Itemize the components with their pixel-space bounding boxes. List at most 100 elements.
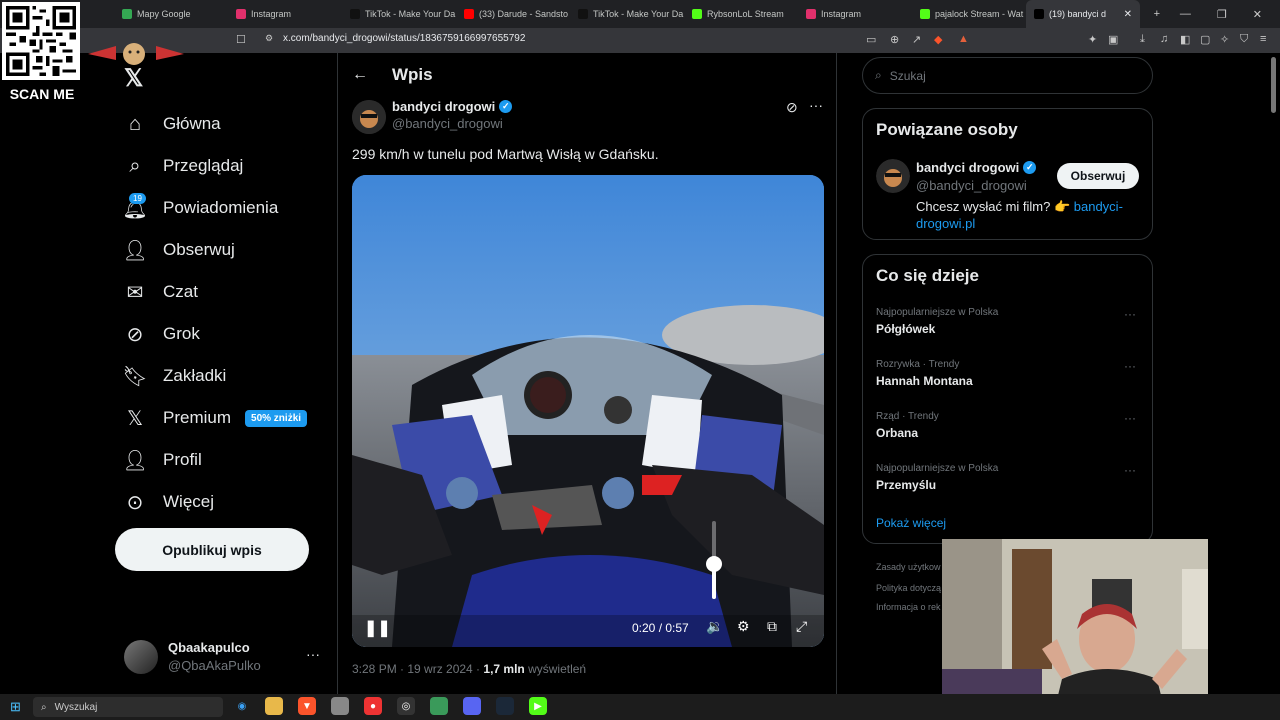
nav-item-label: Grok <box>163 324 200 343</box>
footer-privacy-link[interactable]: Polityka dotyczą <box>876 583 941 593</box>
post-column: ← Wpis bandyci drogowi ✓ @bandyci_drogow… <box>337 53 837 720</box>
url-field[interactable]: x.com/bandyci_drogowi/status/18367591669… <box>283 33 525 44</box>
nav-item-more-circle[interactable]: ⊙ Więcej <box>115 481 335 523</box>
related-name[interactable]: bandyci drogowi ✓ <box>916 160 1037 175</box>
show-more-link[interactable]: Pokaż więcej <box>876 516 946 530</box>
share-icon[interactable]: ↗ <box>912 33 921 46</box>
follow-button[interactable]: Obserwuj <box>1057 163 1139 189</box>
publish-post-button[interactable]: Opublikuj wpis <box>115 528 309 571</box>
windows-start-icon[interactable]: ⊞ <box>10 699 21 715</box>
nav-item-bookmark[interactable]: 🔖︎ Zakładki <box>115 355 335 397</box>
trend-item[interactable]: Najpopularniejsze w Polska Półgłówek ··· <box>876 307 1136 336</box>
search-placeholder: Szukaj <box>889 68 926 83</box>
browser-tab[interactable]: Mapy Google <box>114 0 228 28</box>
extensions-icon[interactable]: ✦ <box>1088 33 1097 46</box>
browser-tab[interactable]: TikTok - Make Your Da <box>342 0 456 28</box>
grok-icon[interactable]: ⊘ <box>786 99 798 116</box>
nav-item-search[interactable]: ⌕ Przeglądaj <box>115 145 335 187</box>
volume-slider-knob[interactable] <box>706 555 722 572</box>
trend-item[interactable]: Rozrywka · Trendy Hannah Montana ··· <box>876 359 1136 388</box>
related-avatar[interactable] <box>876 159 910 193</box>
browser-tab[interactable]: TikTok - Make Your Da <box>570 0 684 28</box>
trend-item[interactable]: Rząd · Trendy Orbana ··· <box>876 411 1136 440</box>
nav-item-grok[interactable]: ⊘ Grok <box>115 313 335 355</box>
pause-icon[interactable]: ❚❚ <box>364 618 391 638</box>
trend-more-icon[interactable]: ··· <box>1124 411 1136 425</box>
sidebar-icon[interactable]: ◧ <box>1180 33 1190 46</box>
video-player[interactable]: ❚❚ 0:20 / 0:57 🔉 ⚙ ⧉ ⤢ <box>352 175 824 647</box>
cast-icon[interactable]: ▭ <box>866 33 876 46</box>
author-avatar[interactable] <box>352 100 386 134</box>
media-icon[interactable]: ♫ <box>1160 33 1168 45</box>
browser-tab[interactable]: Instagram <box>228 0 342 28</box>
account-more-icon[interactable]: ··· <box>306 646 320 662</box>
volume-icon[interactable]: 🔉 <box>706 618 723 635</box>
taskbar-search[interactable]: ⌕ Wyszukaj <box>33 697 223 717</box>
search-input[interactable]: ⌕ Szukaj <box>862 57 1153 94</box>
settings-icon[interactable]: ⚙ <box>737 618 750 635</box>
trend-category: Najpopularniejsze w Polska <box>876 307 999 318</box>
trend-more-icon[interactable]: ··· <box>1124 463 1136 477</box>
minimize-icon[interactable]: — <box>1180 8 1191 20</box>
post-more-icon[interactable]: ··· <box>809 97 823 113</box>
cat-sticker <box>86 40 186 68</box>
trend-item[interactable]: Najpopularniejsze w Polska Przemyślu ··· <box>876 463 1136 492</box>
app-icon[interactable] <box>331 697 349 715</box>
nav-item-label: Przeglądaj <box>163 156 244 175</box>
volume-slider-track[interactable] <box>706 521 722 599</box>
back-arrow-icon[interactable]: ← <box>352 66 368 84</box>
discord-icon[interactable] <box>463 697 481 715</box>
browser-tab[interactable]: (19) bandyci d ✕ <box>1026 0 1140 28</box>
spreadsheet-icon[interactable] <box>430 697 448 715</box>
picture-in-picture-icon[interactable]: ⧉ <box>767 618 777 635</box>
page-scrollbar[interactable] <box>1271 57 1276 113</box>
new-tab-icon[interactable]: + <box>1154 8 1160 20</box>
obs-icon[interactable]: ◎ <box>397 697 415 715</box>
fullscreen-icon[interactable]: ⤢ <box>796 618 807 635</box>
edge-icon[interactable]: ◉ <box>233 697 251 715</box>
author-handle[interactable]: @bandyci_drogowi <box>392 116 503 131</box>
post-timestamp[interactable]: 3:28 PM · 19 wrz 2024 · <box>352 662 483 676</box>
trend-more-icon[interactable]: ··· <box>1124 307 1136 321</box>
site-info-icon[interactable]: ⚙ <box>265 33 273 44</box>
vpn-icon[interactable]: ⛉ <box>1240 33 1248 46</box>
bookmark-page-icon[interactable]: ☐ <box>236 33 246 46</box>
zoom-icon[interactable]: ⊕ <box>890 33 899 46</box>
brave-rewards-icon[interactable]: ▲ <box>958 33 969 45</box>
premium-discount-badge: 50% zniżki <box>245 409 308 427</box>
footer-ads-link[interactable]: Informacja o rek <box>876 602 941 612</box>
file-explorer-icon[interactable] <box>265 697 283 715</box>
restore-icon[interactable]: ❐ <box>1217 8 1227 21</box>
brave-icon[interactable]: ▼ <box>298 697 316 715</box>
steam-icon[interactable] <box>496 697 514 715</box>
x-logo-icon[interactable]: 𝕏 <box>124 64 143 93</box>
browser-tab[interactable]: RybsonLoL Stream <box>684 0 798 28</box>
browser-tab[interactable]: Instagram <box>798 0 912 28</box>
tiktok-icon <box>350 9 360 19</box>
tab-title: (33) Darude - Sandsto <box>479 9 569 19</box>
browser-tab[interactable]: (33) Darude - Sandsto <box>456 0 570 28</box>
screenshot-icon[interactable]: ▣ <box>1108 33 1118 46</box>
trend-more-icon[interactable]: ··· <box>1124 359 1136 373</box>
verified-icon: ✓ <box>1023 161 1037 174</box>
nav-item-mail[interactable]: ✉ Czat <box>115 271 335 313</box>
nav-item-bell[interactable]: 🔔︎ Powiadomienia <box>115 187 335 229</box>
download-icon[interactable]: ⤓ <box>1140 33 1145 46</box>
nav-item-x-logo[interactable]: 𝕏 Premium 50% zniżki <box>115 397 335 439</box>
leo-icon[interactable]: ✧ <box>1220 33 1229 46</box>
footer-terms-link[interactable]: Zasady użytkow <box>876 562 941 572</box>
close-window-icon[interactable]: ✕ <box>1253 8 1262 21</box>
menu-icon[interactable]: ≡ <box>1260 33 1266 45</box>
wallet-icon[interactable]: ▢ <box>1200 33 1210 46</box>
nav-item-home[interactable]: ⌂ Główna <box>115 103 335 145</box>
kick-icon[interactable]: ▶ <box>529 697 547 715</box>
browser-tab[interactable]: pajalock Stream - Wat <box>912 0 1026 28</box>
related-handle[interactable]: @bandyci_drogowi <box>916 178 1027 193</box>
nav-item-follow[interactable]: 👤︎ Obserwuj <box>115 229 335 271</box>
author-name[interactable]: bandyci drogowi ✓ <box>392 99 513 114</box>
nav-item-person[interactable]: 👤︎ Profil <box>115 439 335 481</box>
brave-shield-icon[interactable]: ◆ <box>934 33 942 46</box>
close-tab-icon[interactable]: ✕ <box>1124 9 1132 20</box>
chrome-icon[interactable]: ● <box>364 697 382 715</box>
account-switcher[interactable]: Qbaakapulco @QbaAkaPulko ··· <box>124 638 324 678</box>
